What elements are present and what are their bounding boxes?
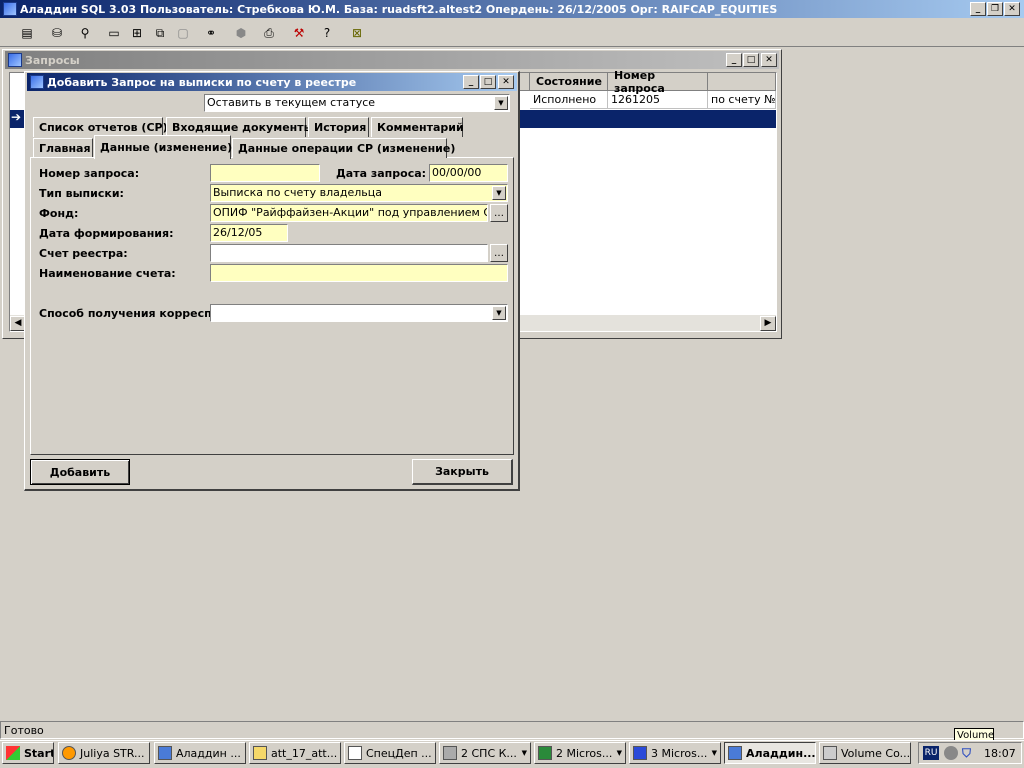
statement-type-label: Тип выписки:: [39, 187, 124, 200]
correspondence-method-label: Способ получения корресп.:: [39, 307, 221, 320]
account-name-label: Наименование счета:: [39, 267, 176, 280]
taskbar-item-sps[interactable]: 2 СПС К... ▼: [439, 742, 531, 764]
requests-window-icon: [8, 53, 22, 67]
app-title: Аладдин SQL 3.03 Пользователь: Стребкова…: [20, 2, 778, 16]
app-close-button[interactable]: ✕: [1004, 2, 1020, 16]
row-pointer-icon: ➔: [11, 110, 22, 124]
app-titlebar[interactable]: Аладдин SQL 3.03 Пользователь: Стребкова…: [0, 0, 1024, 18]
dialog-close-button[interactable]: ✕: [498, 75, 514, 89]
tab-reports-list[interactable]: Список отчетов (СР): [33, 117, 168, 137]
print-icon[interactable]: ⎙: [258, 22, 280, 44]
chevron-down-icon: ▼: [711, 749, 717, 757]
antivirus-shield-icon[interactable]: ⛉: [962, 746, 976, 760]
column-header-request-number[interactable]: Номер запроса: [608, 69, 708, 95]
formation-date-label: Дата формирования:: [39, 227, 174, 240]
filter-icon[interactable]: ⚲: [74, 22, 96, 44]
exit-icon[interactable]: ⊠: [346, 22, 368, 44]
dialog-titlebar[interactable]: Добавить Запрос на выписки по счету в ре…: [27, 73, 517, 91]
start-button[interactable]: Start: [2, 742, 54, 764]
browser-icon: [62, 746, 76, 760]
taskbar-item-volume[interactable]: Volume Co...: [819, 742, 911, 764]
fund-browse-button[interactable]: …: [490, 204, 508, 222]
request-number-field[interactable]: [210, 164, 320, 182]
window-app-icon: [348, 746, 362, 760]
clock[interactable]: 18:07: [984, 747, 1016, 760]
app-minimize-button[interactable]: _: [970, 2, 986, 16]
chevron-down-icon[interactable]: ▼: [492, 186, 506, 200]
aladdin-icon: [158, 746, 172, 760]
requests-close-button[interactable]: ✕: [761, 53, 777, 67]
add-button[interactable]: Добавить: [30, 459, 130, 485]
aladdin-icon: [728, 746, 742, 760]
tab-incoming-documents[interactable]: Входящие документы: [166, 117, 314, 137]
status-bar: Готово: [0, 721, 1024, 739]
database-icon[interactable]: ⛁: [46, 22, 68, 44]
column-header-status[interactable]: Состояние: [530, 73, 608, 91]
formation-date-field[interactable]: 26/12/05: [210, 224, 288, 242]
tab-comment[interactable]: Комментарий: [371, 117, 464, 137]
table-row-status[interactable]: Исполнено: [530, 91, 608, 109]
fund-field[interactable]: ОПИФ "Райффайзен-Акции" под управлением …: [210, 204, 488, 222]
request-date-label: Дата запроса:: [336, 167, 427, 180]
taskbar-item-att[interactable]: att_17_att...: [249, 742, 341, 764]
column-header-extra[interactable]: [708, 73, 776, 91]
aladdin-app-icon: [3, 2, 17, 16]
word-icon: [633, 746, 647, 760]
chevron-down-icon: ▼: [521, 749, 527, 757]
close-button[interactable]: Закрыть: [412, 459, 513, 485]
list-icon[interactable]: ▤: [16, 22, 38, 44]
app-restore-button[interactable]: ❐: [987, 2, 1003, 16]
status-select[interactable]: Оставить в текущем статусе ▼: [204, 94, 510, 112]
tile-icon[interactable]: ⊞: [126, 22, 148, 44]
taskbar-item-juliya[interactable]: Juliya STR...: [58, 742, 150, 764]
chevron-down-icon[interactable]: ▼: [492, 306, 506, 320]
chevron-down-icon: ▼: [616, 749, 622, 757]
registry-account-browse-button[interactable]: …: [490, 244, 508, 262]
taskbar-item-word[interactable]: 3 Micros... ▼: [629, 742, 721, 764]
statement-type-select[interactable]: Выписка по счету владельца ▼: [210, 184, 508, 202]
window-icon[interactable]: ▭: [103, 22, 125, 44]
status-text: Готово: [4, 724, 44, 737]
language-indicator[interactable]: RU: [923, 746, 939, 760]
tray-app-icon[interactable]: [944, 746, 958, 760]
tab-main[interactable]: Главная: [33, 138, 93, 158]
request-number-label: Номер запроса:: [39, 167, 140, 180]
taskbar-item-specdep[interactable]: СпецДеп ...: [344, 742, 436, 764]
dialog-icon: [30, 75, 44, 89]
requests-titlebar[interactable]: Запросы: [5, 51, 779, 69]
fund-label: Фонд:: [39, 207, 79, 220]
taskbar-item-aladdin-1[interactable]: Аладдин ...: [154, 742, 246, 764]
registry-account-label: Счет реестра:: [39, 247, 128, 260]
requests-maximize-button[interactable]: □: [743, 53, 759, 67]
tab-operation-data-edit[interactable]: Данные операции СР (изменение): [232, 138, 455, 158]
table-row-number[interactable]: 1261205: [608, 91, 708, 109]
registry-account-field[interactable]: [210, 244, 488, 262]
table-row-extra[interactable]: по счету №R0: [708, 91, 776, 109]
stop-icon[interactable]: ⬢: [230, 22, 252, 44]
dialog-minimize-button[interactable]: _: [463, 75, 479, 89]
volume-control-icon: [823, 746, 837, 760]
tools-icon[interactable]: ⚒: [288, 22, 310, 44]
help-icon[interactable]: ?: [316, 22, 338, 44]
request-date-field[interactable]: 00/00/00: [429, 164, 508, 182]
correspondence-method-select[interactable]: ▼: [210, 304, 508, 322]
dialog-maximize-button[interactable]: □: [480, 75, 496, 89]
windows-logo-icon: [6, 746, 20, 760]
taskbar-item-aladdin-active[interactable]: Аладдин...: [724, 742, 816, 764]
binoculars-icon[interactable]: ⚭: [200, 22, 222, 44]
chevron-down-icon[interactable]: ▼: [494, 96, 508, 110]
tab-history[interactable]: История: [308, 117, 369, 137]
account-name-field[interactable]: [210, 264, 508, 282]
requests-minimize-button[interactable]: _: [726, 53, 742, 67]
scroll-right-icon[interactable]: ▶: [760, 316, 776, 331]
dialog-title: Добавить Запрос на выписки по счету в ре…: [47, 75, 357, 89]
excel-icon: [538, 746, 552, 760]
folder-icon: [253, 746, 267, 760]
minimize-all-icon[interactable]: ▢: [172, 22, 194, 44]
sps-icon: [443, 746, 457, 760]
requests-title: Запросы: [25, 53, 80, 67]
tab-data-edit[interactable]: Данные (изменение): [94, 135, 232, 159]
cascade-icon[interactable]: ⧉: [149, 22, 171, 44]
taskbar-item-excel[interactable]: 2 Micros... ▼: [534, 742, 626, 764]
